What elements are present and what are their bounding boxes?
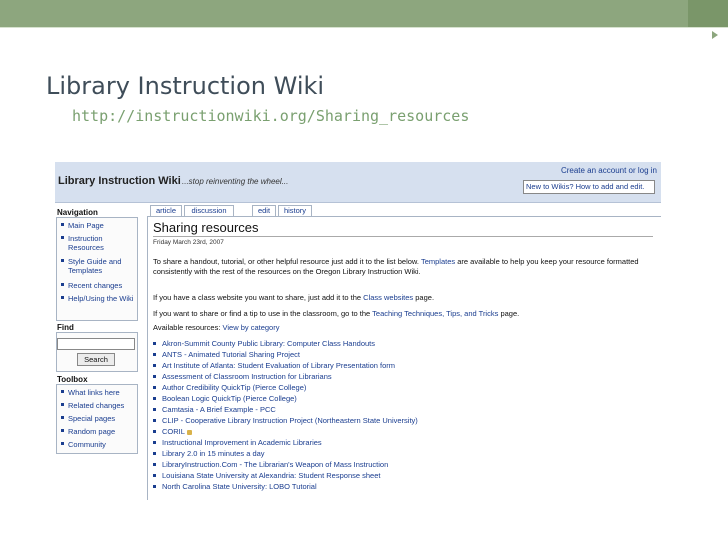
class-sites-paragraph: If you have a class website you want to … bbox=[153, 293, 435, 302]
list-item[interactable]: North Carolina State University: LOBO Tu… bbox=[153, 482, 317, 491]
search-input[interactable] bbox=[57, 338, 135, 350]
list-item[interactable]: LibraryInstruction.Com - The Librarian's… bbox=[153, 460, 388, 469]
wiki-logo[interactable]: Library Instruction Wiki bbox=[58, 175, 181, 187]
slide-top-rule bbox=[0, 27, 728, 28]
tab-discussion[interactable]: discussion bbox=[184, 205, 234, 216]
slide-triangle-icon bbox=[712, 31, 718, 39]
lock-icon bbox=[186, 429, 192, 435]
sidebar-item-instruction-resources[interactable]: Instruction Resources bbox=[61, 234, 135, 252]
search-button[interactable]: Search bbox=[77, 353, 115, 366]
teaching-tips-link[interactable]: Teaching Techniques, Tips, and Tricks bbox=[372, 309, 498, 318]
sidebar-item-help[interactable]: Help/Using the Wiki bbox=[61, 294, 135, 303]
sidebar-item-related-changes[interactable]: Related changes bbox=[61, 401, 135, 410]
intro-paragraph: To share a handout, tutorial, or other h… bbox=[153, 257, 639, 276]
wiki-tagline: ...stop reinventing the wheel... bbox=[182, 177, 289, 186]
list-item[interactable]: Louisiana State University at Alexandria… bbox=[153, 471, 380, 480]
available-resources: Available resources: View by category bbox=[153, 323, 280, 332]
list-item[interactable]: Instructional Improvement in Academic Li… bbox=[153, 438, 322, 447]
wiki-screenshot: Library Instruction Wiki ...stop reinven… bbox=[55, 162, 661, 500]
view-by-category-link[interactable]: View by category bbox=[223, 323, 280, 332]
title-divider bbox=[153, 236, 653, 237]
list-item[interactable]: Art Institute of Atlanta: Student Evalua… bbox=[153, 361, 395, 370]
toolbox-box: What links here Related changes Special … bbox=[56, 384, 138, 454]
navigation-title: Navigation bbox=[57, 208, 98, 217]
tab-history[interactable]: history bbox=[278, 205, 312, 216]
tab-article[interactable]: article bbox=[150, 205, 182, 216]
tab-edit[interactable]: edit bbox=[252, 205, 276, 216]
list-item[interactable]: Assessment of Classroom Instruction for … bbox=[153, 372, 332, 381]
list-item[interactable]: Akron-Summit County Public Library: Comp… bbox=[153, 339, 375, 348]
wiki-header: Library Instruction Wiki ...stop reinven… bbox=[55, 162, 661, 203]
list-item[interactable]: Library 2.0 in 15 minutes a day bbox=[153, 449, 265, 458]
slide-title: Library Instruction Wiki bbox=[46, 72, 325, 100]
sidebar-item-style-guide[interactable]: Style Guide and Templates bbox=[61, 257, 135, 275]
page-title: Sharing resources bbox=[153, 220, 259, 235]
class-websites-link[interactable]: Class websites bbox=[363, 293, 413, 302]
sidebar-item-recent-changes[interactable]: Recent changes bbox=[61, 281, 135, 290]
sidebar-item-what-links-here[interactable]: What links here bbox=[61, 388, 135, 397]
wiki-content: Sharing resources Friday March 23rd, 200… bbox=[147, 216, 661, 500]
slide-top-bar-accent bbox=[688, 0, 728, 27]
list-item[interactable]: CLIP - Cooperative Library Instruction P… bbox=[153, 416, 418, 425]
toolbox-title: Toolbox bbox=[57, 375, 88, 384]
tips-paragraph: If you want to share or find a tip to us… bbox=[153, 309, 520, 318]
templates-link[interactable]: Templates bbox=[421, 257, 455, 266]
list-item[interactable]: ANTS - Animated Tutorial Sharing Project bbox=[153, 350, 300, 359]
find-title: Find bbox=[57, 323, 74, 332]
list-item[interactable]: Camtasia - A Brief Example - PCC bbox=[153, 405, 276, 414]
sidebar-item-community[interactable]: Community bbox=[61, 440, 135, 449]
list-item[interactable]: Boolean Logic QuickTip (Pierce College) bbox=[153, 394, 297, 403]
sidebar-item-special-pages[interactable]: Special pages bbox=[61, 414, 135, 423]
sidebar-item-random-page[interactable]: Random page bbox=[61, 427, 135, 436]
navigation-box: Main Page Instruction Resources Style Gu… bbox=[56, 217, 138, 321]
slide-top-bar bbox=[0, 0, 728, 27]
page-date: Friday March 23rd, 2007 bbox=[153, 239, 224, 246]
list-item[interactable]: CORIL bbox=[153, 427, 192, 436]
wiki-sidebar: Navigation Main Page Instruction Resourc… bbox=[55, 205, 138, 500]
new-to-wikis-link[interactable]: New to Wikis? How to add and edit. bbox=[523, 180, 655, 194]
create-account-link[interactable]: Create an account or log in bbox=[561, 166, 657, 175]
list-item[interactable]: Author Credibility QuickTip (Pierce Coll… bbox=[153, 383, 306, 392]
slide-url-link[interactable]: http://instructionwiki.org/Sharing_resou… bbox=[72, 107, 469, 125]
sidebar-item-main-page[interactable]: Main Page bbox=[61, 221, 135, 230]
